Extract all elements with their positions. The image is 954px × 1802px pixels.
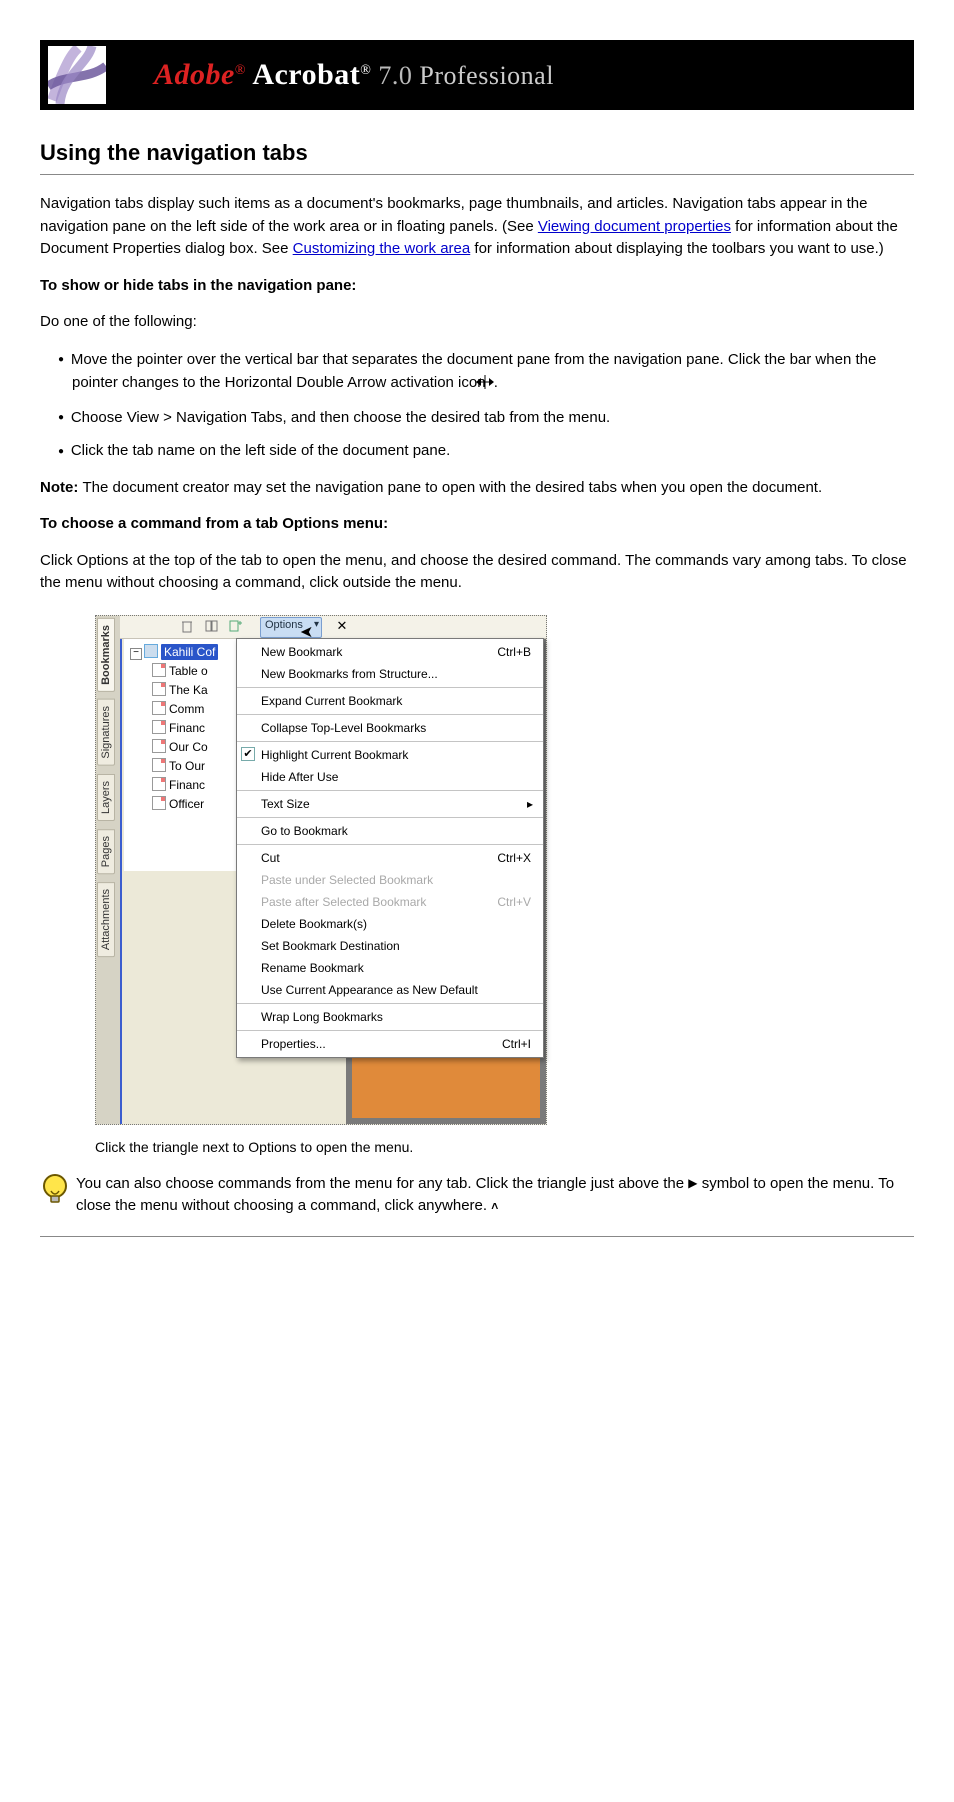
intro-paragraph: Navigation tabs display such items as a … (40, 193, 914, 261)
tip-text: You can also choose commands from the me… (76, 1173, 914, 1218)
menu-hide-after-use[interactable]: Hide After Use (237, 766, 543, 788)
close-icon[interactable]: ✕ (334, 618, 350, 634)
menu-expand-current[interactable]: Expand Current Bookmark (237, 690, 543, 712)
customizing-workarea-link[interactable]: Customizing the work area (293, 240, 471, 257)
menu-goto-bookmark[interactable]: Go to Bookmark (237, 820, 543, 842)
doc-properties-link[interactable]: Viewing document properties (538, 218, 731, 235)
tab-attachments[interactable]: Attachments (97, 882, 115, 957)
subheading-options-menu: To choose a command from a tab Options m… (40, 513, 914, 536)
bookmark-item[interactable]: Financ (169, 778, 205, 792)
menu-cut[interactable]: CutCtrl+X (237, 847, 543, 869)
lightbulb-icon (40, 1173, 70, 1209)
nav-tab-strip: Bookmarks Signatures Layers Pages Attach… (96, 616, 122, 1124)
options-menu-screenshot: Bean growing the beans Bookmarks Signatu… (95, 615, 547, 1125)
trash-icon[interactable] (180, 619, 194, 633)
menu-set-destination[interactable]: Set Bookmark Destination (237, 935, 543, 957)
bottom-divider (40, 1236, 914, 1237)
note-paragraph: Note: The document creator may set the n… (40, 477, 914, 500)
bullet-view-menu: Choose View > Navigation Tabs, and then … (58, 406, 914, 429)
bullet-hsplit: Move the pointer over the vertical bar t… (58, 348, 914, 397)
bookmark-item[interactable]: Our Co (169, 740, 208, 754)
caret-close-icon: ˄ (491, 1197, 498, 1215)
menu-properties[interactable]: Properties...Ctrl+I (237, 1033, 543, 1055)
divider (40, 174, 914, 175)
menu-new-bookmark[interactable]: New BookmarkCtrl+B (237, 641, 543, 663)
menu-new-from-structure[interactable]: New Bookmarks from Structure... (237, 663, 543, 685)
options-button[interactable]: Options (260, 617, 322, 638)
menu-paste-under: Paste under Selected Bookmark (237, 869, 543, 891)
bookmark-item[interactable]: Financ (169, 721, 205, 735)
add-bookmark-icon[interactable] (228, 619, 242, 633)
menu-rename[interactable]: Rename Bookmark (237, 957, 543, 979)
menu-highlight-current[interactable]: Highlight Current Bookmark (237, 744, 543, 766)
menu-use-current-default[interactable]: Use Current Appearance as New Default (237, 979, 543, 1001)
bookmark-item[interactable]: Table o (169, 664, 208, 678)
tab-bookmarks[interactable]: Bookmarks (97, 618, 115, 692)
new-bookmark-icon[interactable] (204, 619, 218, 633)
page-title: Using the navigation tabs (40, 140, 914, 166)
banner-title: Adobe® Acrobat® 7.0 Professional (154, 58, 554, 92)
bookmark-selected[interactable]: Kahili Cof (161, 644, 218, 660)
bookmark-item[interactable]: The Ka (169, 683, 208, 697)
tab-signatures[interactable]: Signatures (97, 699, 115, 766)
tip-row: You can also choose commands from the me… (40, 1173, 914, 1218)
bookmark-item[interactable]: To Our (169, 759, 205, 773)
tab-layers[interactable]: Layers (97, 774, 115, 821)
menu-delete[interactable]: Delete Bookmark(s) (237, 913, 543, 935)
menu-collapse-top[interactable]: Collapse Top-Level Bookmarks (237, 717, 543, 739)
menu-text-size[interactable]: Text Size (237, 793, 543, 815)
menu-wrap-long[interactable]: Wrap Long Bookmarks (237, 1006, 543, 1028)
bookmarks-toolbar: Options ➤ ✕ (120, 616, 546, 639)
acrobat-logo-icon (48, 46, 106, 104)
bookmark-item[interactable]: Officer (169, 797, 204, 811)
bookmarks-tree: −Kahili Cof Table o The Ka Comm Financ O… (124, 639, 243, 871)
menu-paste-after: Paste after Selected BookmarkCtrl+V (237, 891, 543, 913)
triangle-icon: ▶ (688, 1174, 697, 1192)
steps-lead: Do one of the following: (40, 311, 914, 334)
tab-pages[interactable]: Pages (97, 829, 115, 874)
options-context-menu: New BookmarkCtrl+B New Bookmarks from St… (236, 638, 544, 1058)
subheading-show-hide: To show or hide tabs in the navigation p… (40, 275, 914, 298)
bookmark-item[interactable]: Comm (169, 702, 204, 716)
bullet-click-tab: Click the tab name on the left side of t… (58, 439, 914, 462)
options-step: Click Options at the top of the tab to o… (40, 550, 914, 595)
screenshot-caption: Click the triangle next to Options to op… (95, 1139, 545, 1155)
header-banner: Adobe® Acrobat® 7.0 Professional (40, 40, 914, 110)
